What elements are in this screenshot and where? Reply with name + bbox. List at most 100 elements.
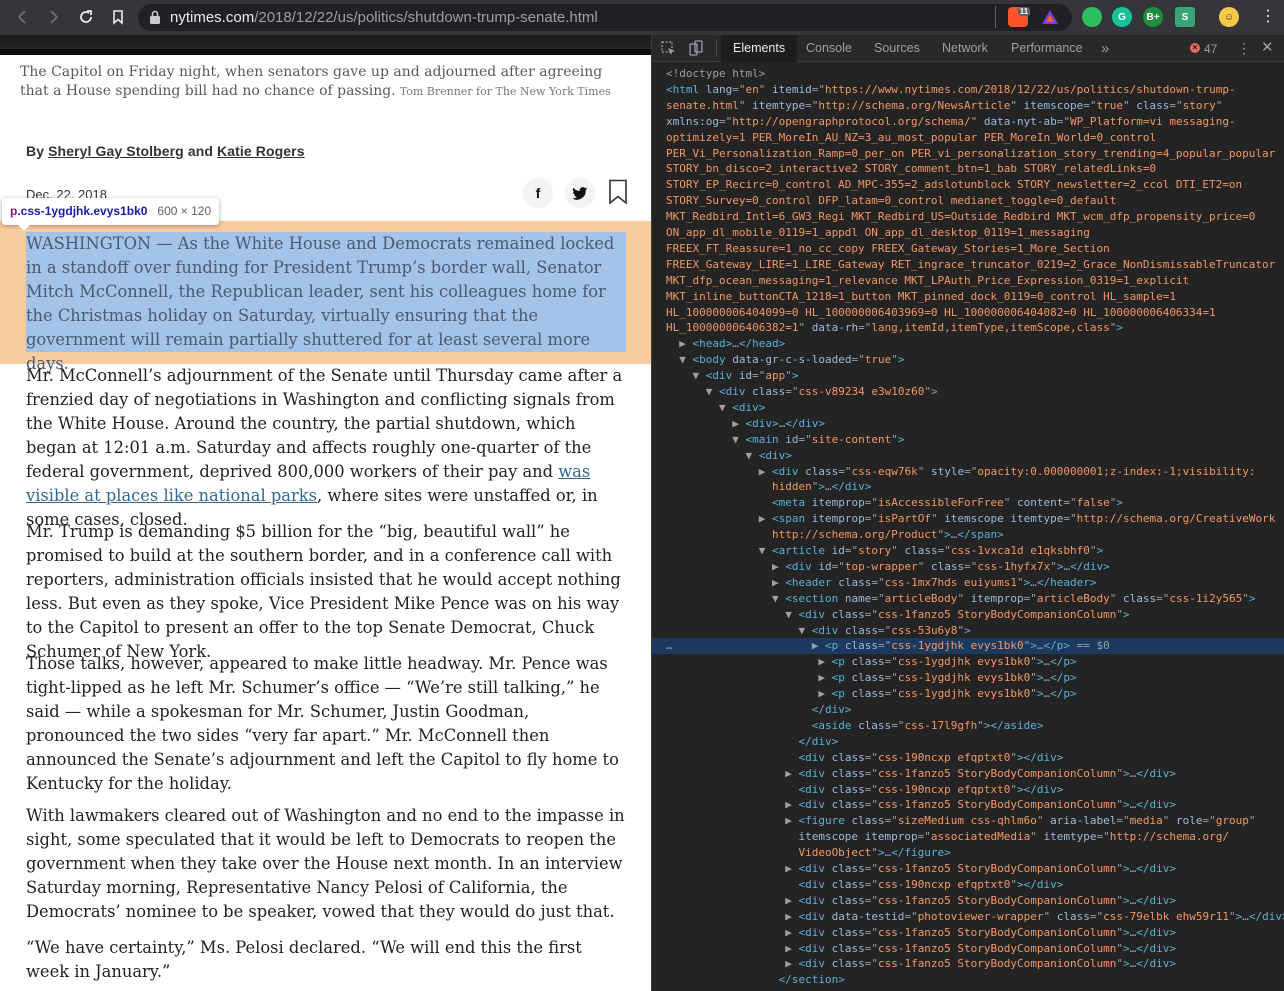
facebook-share-button[interactable]: f — [523, 178, 553, 208]
dom-tree-line[interactable]: ▼ <div> — [652, 448, 1284, 464]
dom-tree-line[interactable]: <html lang="en" itemid="https://www.nyti… — [652, 82, 1284, 98]
dom-tree-line[interactable]: STORY_EP_Recirc=0_control AD_MPC-355=2_a… — [652, 177, 1284, 193]
dom-tree-line[interactable]: ▶ <figure class="sizeMedium css-qhlm6o" … — [652, 813, 1284, 829]
dom-token: class — [851, 687, 885, 701]
dom-tree-line[interactable]: MKT_Redbird_Intl=6_GW3_Regi MKT_Redbird_… — [652, 209, 1284, 225]
dom-tree-line[interactable]: PER_Vi_Personalization_Ramp=0_per_on PER… — [652, 146, 1284, 162]
dom-token: =" — [937, 544, 951, 557]
dom-tree-line[interactable]: FREEX_FT_Reassure=1_no_cc_copy FREEX_Gat… — [652, 241, 1284, 257]
forward-button[interactable] — [44, 7, 64, 27]
address-bar[interactable]: nytimes.com/2018/12/22/us/politics/shutd… — [138, 4, 1072, 31]
dom-tree-line[interactable]: ▼ <div class="css-v89234 e3w10z60"> — [652, 384, 1284, 400]
dom-tree-line[interactable]: VideoObject">…</figure> — [652, 845, 1284, 861]
dom-tree-line[interactable]: ▶ <div>…</div> — [652, 416, 1284, 432]
dom-token: optimizely=1 PER_MoreIn_AU_NZ=3_au_most_… — [666, 130, 1157, 144]
dom-tree-line[interactable]: hidden">…</div> — [652, 479, 1284, 495]
dom-tree-line[interactable]: ▼ <article id="story" class="css-1vxca1d… — [652, 543, 1284, 559]
brave-rewards-icon[interactable] — [1040, 7, 1060, 27]
author-link-rogers[interactable]: Katie Rogers — [217, 143, 305, 159]
dom-token: =" — [864, 512, 878, 526]
dom-tree-line[interactable]: MKT_dfp_ocean_messaging=1_relevance MKT_… — [652, 273, 1284, 289]
dom-tree-line[interactable]: ▶ <div class="css-1fanzo5 StoryBodyCompa… — [652, 861, 1284, 877]
dom-tree-line[interactable]: <div class="css-190ncxp efqptxt0"></div> — [652, 750, 1284, 766]
dom-token: class — [831, 957, 865, 971]
dom-tree-line[interactable]: <div class="css-190ncxp efqptxt0"></div> — [652, 877, 1284, 893]
dom-tree-line[interactable]: itemscope itemprop="associatedMedia" ite… — [652, 829, 1284, 845]
dom-tree-line[interactable]: <meta itemprop="isAccessibleForFree" con… — [652, 495, 1284, 511]
dom-tree-line[interactable]: </div> — [652, 734, 1284, 750]
dom-token: </div> — [1136, 798, 1176, 812]
dom-tree-line[interactable]: <div class="css-190ncxp efqptxt0"></div> — [652, 782, 1284, 798]
more-tabs-button[interactable]: » — [1101, 35, 1109, 62]
dom-tree-line[interactable]: ▶ <div class="css-1fanzo5 StoryBodyCompa… — [652, 925, 1284, 941]
dom-tree-line[interactable]: http://schema.org/Product">…</span> — [652, 527, 1284, 543]
dom-tree-line[interactable]: senate.html" itemtype="http://schema.org… — [652, 98, 1284, 114]
dom-tree-line[interactable]: ▶ <div class="css-1fanzo5 StoryBodyCompa… — [652, 766, 1284, 782]
dom-token: =" — [864, 941, 878, 955]
dom-tree-line[interactable]: </div> — [652, 702, 1284, 718]
dom-tree-line[interactable]: ▶ <div class="css-1fanzo5 StoryBodyCompa… — [652, 797, 1284, 813]
save-article-bookmark-icon[interactable] — [608, 179, 628, 205]
error-count[interactable]: 47 — [1204, 42, 1217, 56]
back-button[interactable] — [12, 7, 32, 27]
tab-elements[interactable]: Elements — [721, 35, 798, 62]
dom-tree-line[interactable]: ▶ <div class="css-1fanzo5 StoryBodyCompa… — [652, 941, 1284, 957]
dom-tree-line[interactable]: ▶ <div class="css-eqw76k" style="opacity… — [652, 464, 1284, 480]
dom-token: =" — [864, 750, 878, 764]
dom-tree-line[interactable]: ▶ <div class="css-1fanzo5 StoryBodyCompa… — [652, 893, 1284, 909]
dom-tree-line[interactable]: HL_100000006406382=1" data-rh="lang,item… — [652, 320, 1284, 336]
dom-tree-line[interactable]: STORY_Survey=0_control DFP_latam=0_contr… — [652, 193, 1284, 209]
dom-tree-line-selected[interactable]: … ▶ <p class="css-1ygdjhk evys1bk0">…</p… — [652, 638, 1284, 655]
tab-network[interactable]: Network — [942, 35, 988, 62]
grammarly-extension-icon[interactable]: G — [1112, 7, 1132, 27]
dom-tree-line[interactable]: <!doctype html> — [652, 66, 1284, 82]
s-extension-icon[interactable]: S — [1175, 7, 1195, 27]
dom-tree-line[interactable]: MKT_inline_buttonCTA_1218=1_button MKT_p… — [652, 289, 1284, 305]
dom-tree-line[interactable]: ▼ <div id="app"> — [652, 368, 1284, 384]
dom-tree-line[interactable]: xmlns:og="http://opengraphprotocol.org/s… — [652, 114, 1284, 130]
dom-token: " — [1050, 559, 1057, 573]
dom-tree-line[interactable]: ▶ <head>…</head> — [652, 336, 1284, 352]
evernote-extension-icon[interactable] — [1082, 7, 1102, 27]
reload-button[interactable] — [76, 7, 96, 27]
profile-avatar[interactable]: ☺ — [1219, 7, 1239, 27]
dom-tree-line[interactable]: FREEX_Gateway_LIRE=1_LIRE_Gateway RET_in… — [652, 257, 1284, 273]
dom-tree-line[interactable]: ▶ <p class="css-1ygdjhk evys1bk0">…</p> — [652, 670, 1284, 686]
dom-tree-line[interactable]: ▼ <div> — [652, 400, 1284, 416]
device-toolbar-icon[interactable] — [689, 40, 703, 56]
dom-tree-line[interactable]: ▶ <div id="top-wrapper" class="css-1hyfx… — [652, 559, 1284, 575]
dom-token: http://opengraphprotocol.org/schema/ — [732, 114, 971, 128]
dom-tree-line[interactable]: ▼ <section name="articleBody" itemprop="… — [652, 591, 1284, 607]
dom-tree-line[interactable]: ▶ <div data-testid="photoviewer-wrapper"… — [652, 909, 1284, 925]
dom-tree-line[interactable]: <aside class="css-17l9gfh"></aside> — [652, 718, 1284, 734]
author-link-stolberg[interactable]: Sheryl Gay Stolberg — [48, 143, 184, 159]
dom-tree-line[interactable]: ▶ <p class="css-1ygdjhk evys1bk0">…</p> — [652, 686, 1284, 702]
tab-console[interactable]: Console — [806, 35, 852, 62]
dom-tree-line[interactable]: HL_100000006404099=0 HL_100000006403969=… — [652, 305, 1284, 321]
dom-tree-line[interactable]: STORY_bn_disco=2_interactive2 STORY_comm… — [652, 161, 1284, 177]
dom-tree-line[interactable]: ▼ <body data-gr-c-s-loaded="true"> — [652, 352, 1284, 368]
dom-tree-line[interactable]: ▶ <div class="css-1fanzo5 StoryBodyCompa… — [652, 956, 1284, 972]
dom-tree-line[interactable]: ▼ <main id="site-content"> — [652, 432, 1284, 448]
dom-token: css-1fanzo5 StoryBodyCompanionColumn — [877, 941, 1117, 955]
dom-tree-line[interactable]: ▼ <div class="css-1fanzo5 StoryBodyCompa… — [652, 607, 1284, 623]
dom-tree-line[interactable]: ▶ <p class="css-1ygdjhk evys1bk0">…</p> — [652, 654, 1284, 670]
b-plus-extension-icon[interactable]: B+ — [1143, 7, 1163, 27]
dom-token: " — [970, 114, 984, 128]
brave-shield-icon[interactable]: 11 — [1008, 6, 1031, 27]
inspect-element-icon[interactable] — [661, 41, 676, 56]
twitter-share-button[interactable] — [565, 178, 595, 208]
dom-tree-line[interactable]: ▶ <header class="css-1mx7hds euiyums1">…… — [652, 575, 1284, 591]
browser-menu-icon[interactable]: ⋮ — [1260, 9, 1276, 25]
dom-tree-line[interactable]: ON_app_dl_mobile_0119=1_appdl ON_app_dl_… — [652, 225, 1284, 241]
dom-tree-line[interactable]: optimizely=1 PER_MoreIn_AU_NZ=3_au_most_… — [652, 130, 1284, 146]
close-devtools-icon[interactable]: ✕ — [1261, 40, 1274, 55]
bookmark-page-button[interactable] — [108, 7, 128, 27]
dom-tree-line[interactable]: </section> — [652, 972, 1284, 988]
dom-token: <div — [798, 925, 832, 939]
dom-tree-line[interactable]: ▼ <div class="css-53u6y8"> — [652, 623, 1284, 639]
devtools-menu-icon[interactable]: ⋮ — [1237, 41, 1251, 55]
dom-tree-line[interactable]: ▶ <span itemprop="isPartOf" itemscope it… — [652, 511, 1284, 527]
tab-sources[interactable]: Sources — [874, 35, 920, 62]
tab-performance[interactable]: Performance — [1011, 35, 1083, 62]
